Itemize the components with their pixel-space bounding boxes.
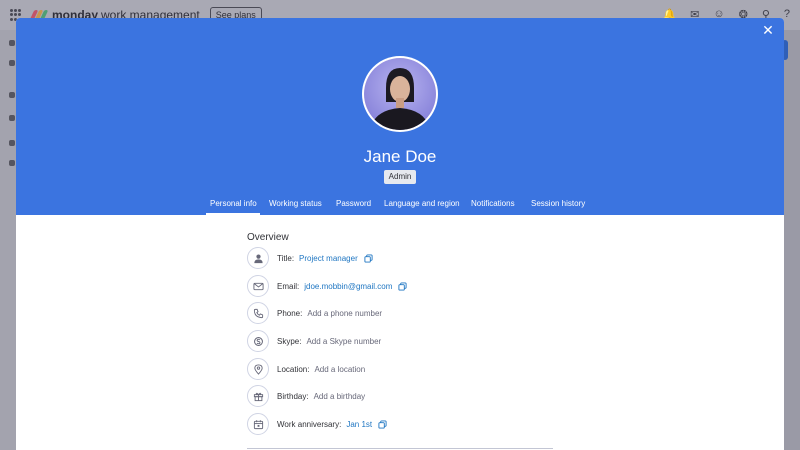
profile-modal: ✕ Jane Doe Admin Personal info Working s… — [16, 18, 784, 450]
help-icon[interactable]: ? — [784, 8, 790, 21]
add-phone-link[interactable]: Add a phone number — [307, 309, 382, 318]
user-name: Jane Doe — [363, 147, 437, 166]
phone-label: Phone: — [277, 308, 303, 318]
app-sidebar — [0, 30, 16, 450]
tab-password[interactable]: Password — [336, 199, 371, 208]
tab-working-status[interactable]: Working status — [269, 199, 322, 208]
board-icon[interactable] — [9, 160, 15, 166]
info-row-birthday: Birthday: Add a birthday — [247, 385, 365, 407]
role-badge: Admin — [384, 170, 416, 184]
location-label: Location: — [277, 364, 310, 374]
title-label: Title: — [277, 253, 295, 263]
profile-tabs: Personal info Working status Password La… — [16, 199, 784, 215]
info-row-phone: Phone: Add a phone number — [247, 302, 382, 324]
active-tab-indicator — [206, 213, 260, 215]
add-location-link[interactable]: Add a location — [314, 365, 365, 374]
copy-icon[interactable] — [364, 253, 373, 263]
profile-header: ✕ Jane Doe Admin Personal info Working s… — [16, 18, 784, 215]
skype-label: Skype: — [277, 336, 302, 346]
gift-icon — [247, 385, 269, 407]
tab-language-and-region[interactable]: Language and region — [384, 199, 460, 208]
section-divider — [247, 448, 553, 449]
copy-icon[interactable] — [378, 419, 387, 429]
title-value[interactable]: Project manager — [299, 254, 358, 263]
board-icon[interactable] — [9, 115, 15, 121]
avatar-photo — [364, 58, 436, 130]
workspace-icon[interactable] — [9, 92, 15, 98]
info-row-title: Title: Project manager — [247, 247, 373, 269]
info-row-work-anniversary: Work anniversary: Jan 1st — [247, 413, 387, 435]
add-birthday-link[interactable]: Add a birthday — [314, 392, 366, 401]
phone-icon — [247, 302, 269, 324]
skype-icon — [247, 330, 269, 352]
birthday-label: Birthday: — [277, 391, 309, 401]
info-row-skype: Skype: Add a Skype number — [247, 330, 381, 352]
tab-session-history[interactable]: Session history — [531, 199, 585, 208]
work-anniversary-value[interactable]: Jan 1st — [346, 420, 372, 429]
home-icon[interactable] — [9, 40, 15, 46]
person-icon — [247, 247, 269, 269]
info-row-location: Location: Add a location — [247, 358, 365, 380]
location-icon — [247, 358, 269, 380]
board-icon[interactable] — [9, 140, 15, 146]
work-anniversary-label: Work anniversary: — [277, 419, 342, 429]
email-label: Email: — [277, 281, 300, 291]
close-icon[interactable]: ✕ — [760, 22, 776, 38]
info-row-email: Email: jdoe.mobbin@gmail.com — [247, 275, 407, 297]
tab-personal-info[interactable]: Personal info — [210, 199, 257, 208]
calendar-icon — [247, 413, 269, 435]
tab-notifications[interactable]: Notifications — [471, 199, 515, 208]
add-skype-link[interactable]: Add a Skype number — [306, 337, 381, 346]
overview-title: Overview — [247, 232, 289, 243]
email-value[interactable]: jdoe.mobbin@gmail.com — [304, 282, 392, 291]
avatar[interactable] — [362, 56, 438, 132]
copy-icon[interactable] — [398, 281, 407, 291]
work-icon[interactable] — [9, 60, 15, 66]
email-icon — [247, 275, 269, 297]
